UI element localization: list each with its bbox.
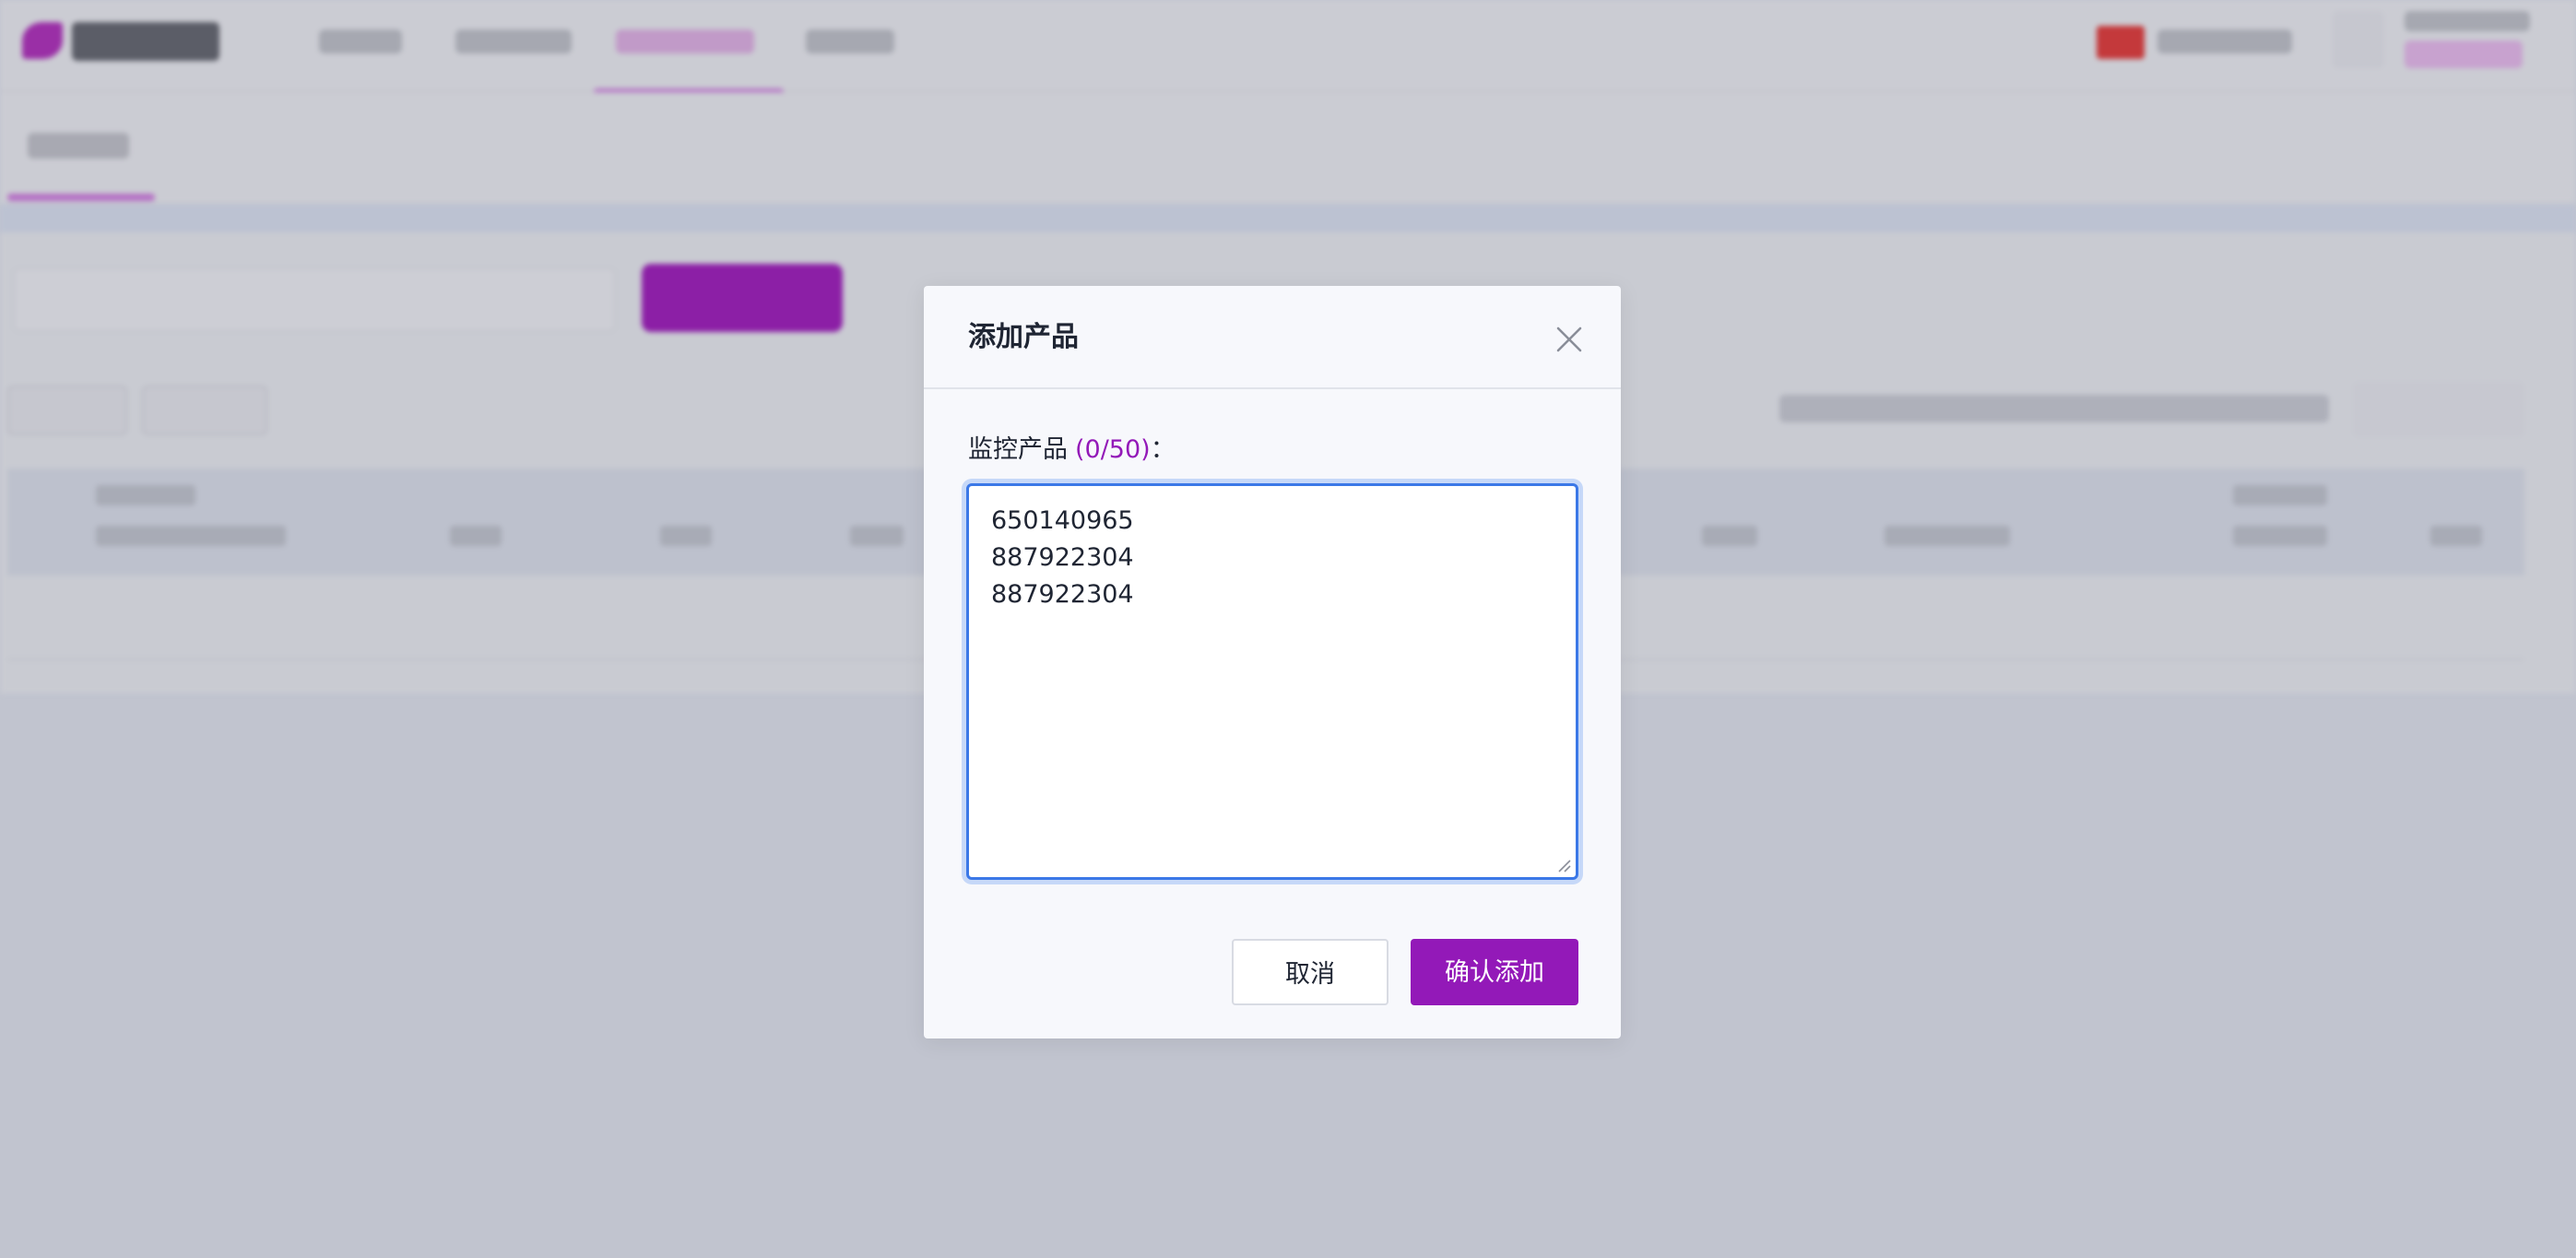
nav-item-blurred: [319, 30, 402, 53]
filter-chip-blurred: [142, 386, 267, 435]
table-header-cell-blurred: [850, 526, 904, 546]
product-ids-textarea[interactable]: 650140965 887922304 887922304: [969, 486, 1576, 877]
confirm-add-button[interactable]: 确认添加: [1411, 939, 1578, 1005]
dialog-title: 添加产品: [968, 321, 1079, 353]
account-badge-blurred: [2405, 41, 2523, 68]
add-product-button-blurred: [642, 264, 843, 332]
logo-wordmark: [72, 22, 219, 61]
date-range-blurred: [1779, 395, 2329, 422]
flag-icon: [2097, 26, 2145, 59]
table-header-cell-blurred: [2233, 526, 2327, 546]
table-header-cell-blurred: [2430, 526, 2482, 546]
table-header-cell-blurred: [96, 526, 286, 546]
table-header-cell-blurred: [1885, 526, 2010, 546]
cancel-button[interactable]: 取消: [1232, 939, 1388, 1005]
product-ids-textarea-wrapper: 650140965 887922304 887922304: [966, 483, 1578, 880]
sub-tab-underline: [7, 194, 155, 201]
region-selector-blurred: [2157, 30, 2292, 53]
avatar: [2333, 11, 2384, 68]
nav-item-blurred: [455, 30, 572, 53]
sub-tab-blurred: [28, 133, 129, 159]
nav-item-blurred: [806, 30, 894, 53]
nav-item-active-blurred: [616, 30, 754, 53]
table-header-cell-blurred: [2233, 485, 2327, 505]
table-header-cell-blurred: [1702, 526, 1757, 546]
top-navigation-bar: [0, 0, 2576, 96]
logo-icon: [22, 22, 63, 59]
add-product-dialog: 添加产品 监控产品 (0/50)： 650140965 887922304 887…: [924, 286, 1621, 1038]
field-label-colon: ：: [1150, 435, 1176, 464]
close-icon[interactable]: [1553, 323, 1586, 356]
dialog-header: 添加产品: [924, 286, 1621, 389]
product-counter: (0/50): [1075, 435, 1151, 464]
table-header-cell-blurred: [96, 485, 195, 505]
resize-grip-icon[interactable]: [1555, 857, 1572, 873]
table-header-cell-blurred: [450, 526, 502, 546]
account-name-blurred: [2405, 11, 2530, 31]
monitored-products-label: 监控产品 (0/50)：: [968, 433, 1176, 467]
field-label-text: 监控产品: [968, 435, 1068, 464]
filter-chip-blurred: [7, 386, 127, 435]
divider-band: [0, 205, 2576, 232]
table-header-cell-blurred: [660, 526, 712, 546]
sub-tab-bar: [0, 92, 2576, 203]
search-box-blurred: [13, 267, 616, 332]
select-blurred: [2353, 382, 2524, 437]
